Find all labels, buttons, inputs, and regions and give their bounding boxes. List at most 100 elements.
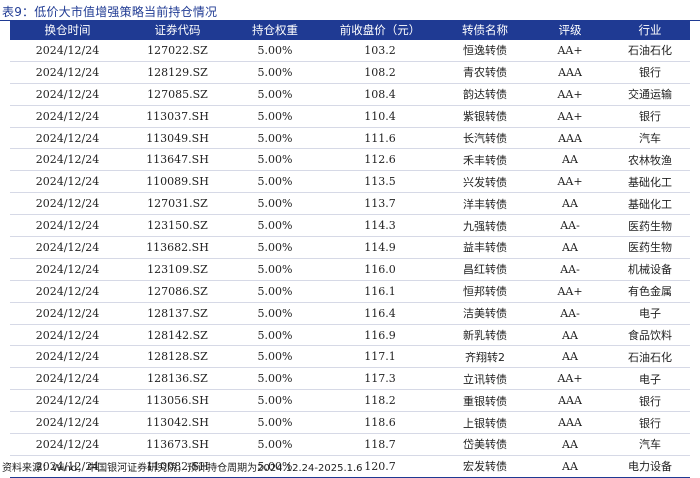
cell-bond-name: 紫银转债 (440, 105, 530, 128)
cell-rebalance-date: 2024/12/24 (10, 40, 125, 62)
cell-industry: 基础化工 (610, 170, 690, 194)
cell-prev-close: 113.5 (320, 170, 440, 194)
cell-security-code: 127086.SZ (125, 280, 230, 303)
cell-rating: AAA (530, 127, 610, 150)
cell-bond-name: 恒逸转债 (440, 40, 530, 62)
cell-weight: 5.00% (230, 105, 320, 128)
cell-weight: 5.00% (230, 236, 320, 259)
header-row: 换仓时间 证券代码 持仓权重 前收盘价（元） 转债名称 评级 行业 (10, 20, 690, 40)
cell-prev-close: 116.9 (320, 324, 440, 347)
cell-security-code: 113042.SH (125, 411, 230, 435)
cell-prev-close: 113.7 (320, 192, 440, 216)
table-row: 2024/12/24 113037.SH 5.00% 110.4 紫银转债 AA+ 银行 (10, 105, 690, 128)
cell-prev-close: 108.4 (320, 83, 440, 106)
cell-rating: AA+ (530, 280, 610, 303)
cell-industry: 基础化工 (610, 192, 690, 216)
table-caption: 表9：低价大市值增强策略当前持仓情况 (2, 5, 218, 19)
cell-rating: AA- (530, 214, 610, 238)
cell-industry: 电子 (610, 302, 690, 325)
cell-industry: 电子 (610, 367, 690, 391)
cell-weight: 5.00% (230, 170, 320, 194)
cell-rebalance-date: 2024/12/24 (10, 105, 125, 128)
cell-security-code: 113682.SH (125, 236, 230, 259)
cell-rating: AA (530, 455, 610, 478)
cell-bond-name: 宏发转债 (440, 455, 530, 478)
cell-prev-close: 110.4 (320, 105, 440, 128)
cell-security-code: 128137.SZ (125, 302, 230, 325)
holdings-table: 换仓时间 证券代码 持仓权重 前收盘价（元） 转债名称 评级 行业 2024/1… (10, 20, 690, 478)
cell-prev-close: 118.6 (320, 411, 440, 435)
cell-prev-close: 117.1 (320, 345, 440, 369)
cell-industry: 银行 (610, 61, 690, 84)
table-row: 2024/12/24 127031.SZ 5.00% 113.7 洋丰转债 AA 基础化工 (10, 192, 690, 216)
cell-industry: 交通运输 (610, 83, 690, 106)
cell-rating: AA+ (530, 40, 610, 62)
cell-rating: AA (530, 433, 610, 456)
table-row: 2024/12/24 113049.SH 5.00% 111.6 长汽转债 AAA 汽车 (10, 127, 690, 150)
cell-weight: 5.00% (230, 433, 320, 456)
cell-prev-close: 117.3 (320, 367, 440, 391)
cell-rebalance-date: 2024/12/24 (10, 324, 125, 347)
cell-industry: 石油石化 (610, 40, 690, 62)
cell-security-code: 128142.SZ (125, 324, 230, 347)
cell-rating: AA+ (530, 83, 610, 106)
cell-rebalance-date: 2024/12/24 (10, 192, 125, 216)
cell-rebalance-date: 2024/12/24 (10, 83, 125, 106)
cell-rating: AA+ (530, 105, 610, 128)
cell-bond-name: 韵达转债 (440, 83, 530, 106)
cell-rebalance-date: 2024/12/24 (10, 345, 125, 369)
cell-prev-close: 111.6 (320, 127, 440, 150)
cell-industry: 石油石化 (610, 345, 690, 369)
table-row: 2024/12/24 123150.SZ 5.00% 114.3 九强转债 AA- 医药生物 (10, 214, 690, 238)
cell-rating: AAA (530, 411, 610, 435)
table-row: 2024/12/24 128128.SZ 5.00% 117.1 齐翔转2 AA 石油石化 (10, 345, 690, 369)
cell-weight: 5.00% (230, 324, 320, 347)
cell-rating: AA (530, 324, 610, 347)
cell-rebalance-date: 2024/12/24 (10, 236, 125, 259)
cell-weight: 5.00% (230, 148, 320, 172)
cell-industry: 有色金属 (610, 280, 690, 303)
cell-industry: 电力设备 (610, 455, 690, 478)
cell-rebalance-date: 2024/12/24 (10, 433, 125, 456)
header-rebalance-date: 换仓时间 (44, 23, 91, 37)
cell-rating: AA- (530, 302, 610, 325)
table-row: 2024/12/24 113682.SH 5.00% 114.9 益丰转债 AA 医药生物 (10, 236, 690, 259)
cell-rebalance-date: 2024/12/24 (10, 411, 125, 435)
cell-security-code: 110089.SH (125, 170, 230, 194)
cell-industry: 医药生物 (610, 236, 690, 259)
cell-security-code: 113647.SH (125, 148, 230, 172)
cell-prev-close: 114.9 (320, 236, 440, 259)
cell-weight: 5.00% (230, 40, 320, 62)
cell-rebalance-date: 2024/12/24 (10, 170, 125, 194)
table-row: 2024/12/24 128142.SZ 5.00% 116.9 新乳转债 AA 食品饮料 (10, 324, 690, 347)
cell-rating: AA (530, 148, 610, 172)
table-row: 2024/12/24 127086.SZ 5.00% 116.1 恒邦转债 AA+ 有色金属 (10, 280, 690, 303)
cell-security-code: 123109.SZ (125, 258, 230, 281)
cell-industry: 银行 (610, 411, 690, 435)
table-row: 2024/12/24 113673.SH 5.00% 118.7 岱美转债 AA 汽车 (10, 433, 690, 456)
cell-prev-close: 118.7 (320, 433, 440, 456)
cell-rebalance-date: 2024/12/24 (10, 258, 125, 281)
cell-security-code: 113673.SH (125, 433, 230, 456)
cell-bond-name: 洋丰转债 (440, 192, 530, 216)
cell-prev-close: 118.2 (320, 389, 440, 413)
cell-bond-name: 益丰转债 (440, 236, 530, 259)
header-prev-close: 前收盘价（元） (339, 23, 421, 37)
header-security-code: 证券代码 (154, 23, 201, 37)
cell-weight: 5.00% (230, 214, 320, 238)
cell-prev-close: 108.2 (320, 61, 440, 84)
cell-weight: 5.00% (230, 302, 320, 325)
table-row: 2024/12/24 113647.SH 5.00% 112.6 禾丰转债 AA 农林牧渔 (10, 148, 690, 172)
header-weight: 持仓权重 (252, 23, 298, 37)
table-header: 换仓时间 证券代码 持仓权重 前收盘价（元） 转债名称 评级 行业 (10, 20, 690, 40)
cell-rebalance-date: 2024/12/24 (10, 302, 125, 325)
cell-bond-name: 齐翔转2 (440, 345, 530, 369)
cell-security-code: 127085.SZ (125, 83, 230, 106)
table-row: 2024/12/24 127085.SZ 5.00% 108.4 韵达转债 AA+ 交通运输 (10, 83, 690, 106)
table-row: 2024/12/24 113056.SH 5.00% 118.2 重银转债 AAA 银行 (10, 389, 690, 413)
cell-bond-name: 立讯转债 (440, 367, 530, 391)
table-row: 2024/12/24 123109.SZ 5.00% 116.0 昌红转债 AA- 机械设备 (10, 258, 690, 281)
cell-industry: 银行 (610, 105, 690, 128)
cell-weight: 5.00% (230, 127, 320, 150)
cell-bond-name: 兴发转债 (440, 170, 530, 194)
